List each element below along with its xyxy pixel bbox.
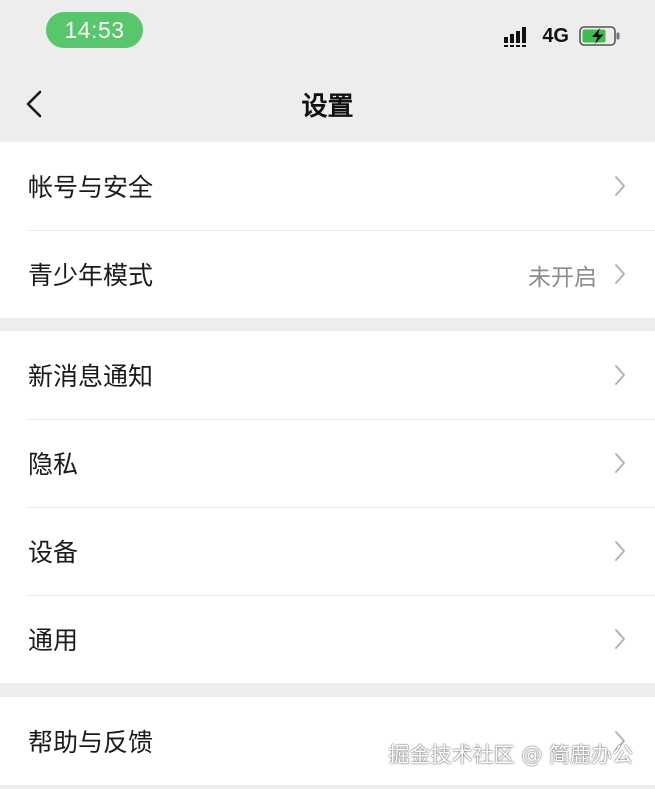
settings-item-label: 青少年模式 xyxy=(28,261,154,290)
settings-item-label: 隐私 xyxy=(28,450,79,479)
chevron-right-icon xyxy=(615,453,625,473)
chevron-right-icon xyxy=(615,541,625,561)
signal-bars-icon xyxy=(504,27,527,47)
settings-item-label: 设备 xyxy=(28,538,79,567)
chevron-right-icon xyxy=(615,629,625,649)
youth-mode-status: 未开启 xyxy=(528,265,597,291)
status-indicators: 4G xyxy=(504,22,621,50)
settings-item-label: 帐号与安全 xyxy=(28,173,154,202)
battery-charging-icon xyxy=(579,26,620,46)
chevron-right-icon xyxy=(615,264,625,284)
settings-group-account: 帐号与安全 青少年模式 未开启 xyxy=(0,142,655,318)
settings-item-privacy[interactable]: 隐私 xyxy=(0,419,655,507)
chevron-right-icon xyxy=(615,176,625,196)
settings-item-devices[interactable]: 设备 xyxy=(0,507,655,595)
settings-group-general: 新消息通知 隐私 设备 通用 xyxy=(0,331,655,683)
status-time: 14:53 xyxy=(46,12,143,48)
settings-item-label: 新消息通知 xyxy=(28,362,154,391)
navigation-bar: 设置 xyxy=(0,64,655,142)
chevron-right-icon xyxy=(615,365,625,385)
settings-item-label: 帮助与反馈 xyxy=(28,728,154,757)
settings-screen: 14:53 4G 设置 帐号与安全 青少年模式 未开启 新消息通知 隐私 设备 … xyxy=(0,0,655,789)
settings-item-account-security[interactable]: 帐号与安全 xyxy=(0,142,655,230)
settings-item-youth-mode[interactable]: 青少年模式 未开启 xyxy=(0,230,655,318)
settings-item-general[interactable]: 通用 xyxy=(0,595,655,683)
watermark: 掘金技术社区 @ 简鹿办公 xyxy=(388,743,633,767)
settings-item-notifications[interactable]: 新消息通知 xyxy=(0,331,655,419)
status-bar: 14:53 4G xyxy=(0,0,655,64)
network-type: 4G xyxy=(542,24,569,47)
page-title: 设置 xyxy=(301,92,354,122)
settings-item-label: 通用 xyxy=(28,626,79,655)
